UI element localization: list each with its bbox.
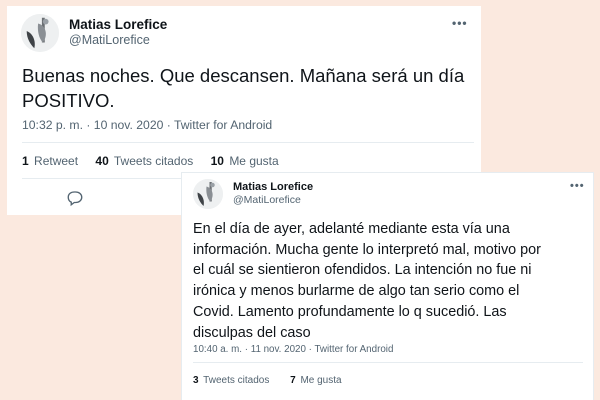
like-count[interactable]: 7 Me gusta [290,375,341,386]
more-options-icon[interactable]: ••• [452,16,468,30]
tweet-stats: 3 Tweets citados 7 Me gusta [193,375,360,386]
author-name[interactable]: Matias Lorefice [233,181,313,193]
avatar[interactable] [193,179,223,209]
tweet-card-2: Matias Lorefice @MatiLorefice ••• En el … [181,172,594,400]
author-name[interactable]: Matias Lorefice [69,17,167,32]
author-handle[interactable]: @MatiLorefice [233,194,301,206]
tweet-text: Buenas noches. Que descansen. Mañana ser… [22,65,465,111]
retweet-count[interactable]: 1 Retweet [22,154,78,168]
quote-tweet-count[interactable]: 3 Tweets citados [193,375,269,386]
author-handle[interactable]: @MatiLorefice [69,33,150,47]
tweet-timestamp[interactable]: 10:32 p. m. · 10 nov. 2020 · Twitter for… [22,118,272,132]
tweet-timestamp[interactable]: 10:40 a. m. · 11 nov. 2020 · Twitter for… [193,344,393,355]
divider [22,142,474,143]
quote-tweet-count[interactable]: 40 Tweets citados [95,154,193,168]
divider [193,362,583,363]
avatar[interactable] [21,14,59,52]
tweet-stats: 1 Retweet 40 Tweets citados 10 Me gusta [22,154,293,168]
profile-picture-icon [21,14,59,52]
more-options-icon[interactable]: ••• [570,180,585,192]
tweet-text: En el día de ayer, adelanté mediante est… [193,221,541,341]
profile-picture-icon [193,179,223,209]
reply-icon[interactable] [66,189,84,207]
like-count[interactable]: 10 Me gusta [211,154,279,168]
